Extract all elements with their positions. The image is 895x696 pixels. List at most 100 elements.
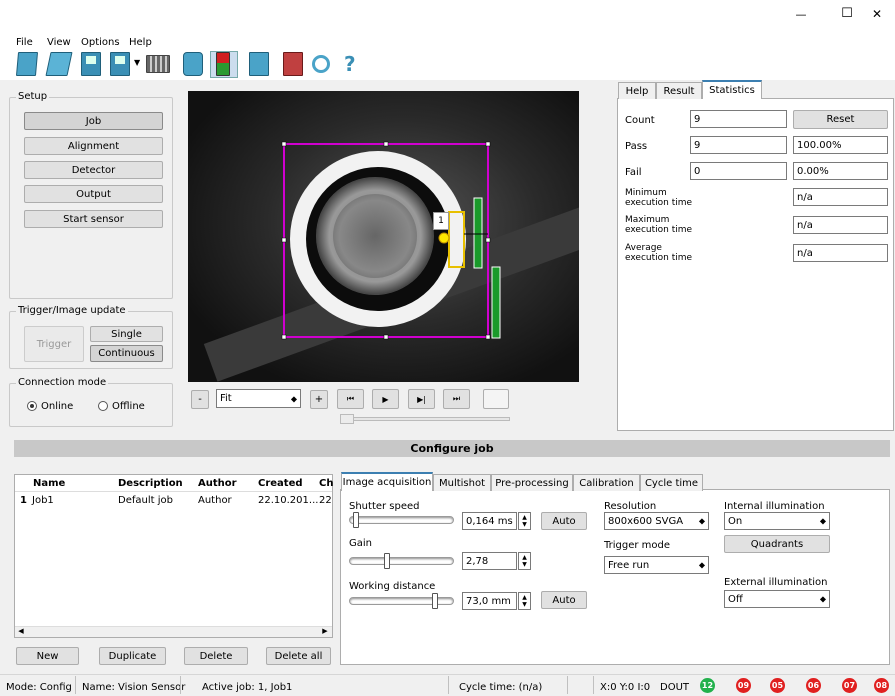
- tab-result[interactable]: Result: [656, 82, 702, 99]
- title-bar: [0, 0, 895, 32]
- row-description[interactable]: Default job: [118, 495, 173, 506]
- count-field: 9: [690, 110, 787, 128]
- zoom-in-button[interactable]: +: [310, 390, 328, 409]
- working-distance-slider-thumb[interactable]: [431, 593, 438, 609]
- menu-file[interactable]: File: [16, 37, 33, 48]
- shutter-slider[interactable]: [349, 516, 454, 524]
- zoom-value: Fit: [220, 393, 232, 404]
- status-xyi: X:0 Y:0 I:0: [600, 682, 651, 693]
- zoom-select[interactable]: Fit ◆: [216, 389, 301, 408]
- status-cycle-time: Cycle time: (n/a): [459, 682, 543, 693]
- zoom-out-button[interactable]: -: [191, 390, 209, 409]
- detector-button[interactable]: Detector: [24, 161, 163, 179]
- reset-button[interactable]: Reset: [793, 110, 888, 129]
- output-button[interactable]: Output: [24, 185, 163, 203]
- offline-radio[interactable]: [98, 401, 108, 411]
- frame-slider-track[interactable]: [340, 417, 510, 421]
- fail-label: Fail: [625, 167, 642, 178]
- menu-help[interactable]: Help: [129, 37, 152, 48]
- help-icon[interactable]: ?: [344, 52, 356, 76]
- resolution-select[interactable]: 800x600 SVGA ◆: [604, 512, 709, 530]
- col-changed[interactable]: Ch: [319, 478, 333, 489]
- external-illumination-select[interactable]: Off ◆: [724, 590, 830, 608]
- job-button[interactable]: Job: [24, 112, 163, 130]
- delete-all-button[interactable]: Delete all: [266, 647, 331, 665]
- close-button[interactable]: ✕: [862, 7, 892, 25]
- gain-slider[interactable]: [349, 557, 454, 565]
- duplicate-job-button[interactable]: Duplicate: [99, 647, 166, 665]
- next-frame-button[interactable]: ▶|: [408, 389, 435, 409]
- working-distance-auto-button[interactable]: Auto: [541, 591, 587, 609]
- tab-calibration[interactable]: Calibration: [573, 474, 640, 491]
- new-job-button[interactable]: New: [16, 647, 79, 665]
- col-created[interactable]: Created: [258, 478, 303, 489]
- shutter-stepper[interactable]: ▲ ▼: [518, 512, 531, 530]
- record-toggle-button[interactable]: [483, 389, 509, 409]
- shutter-slider-thumb[interactable]: [352, 512, 359, 528]
- film-icon[interactable]: [146, 55, 170, 73]
- trigger-mode-value: Free run: [608, 559, 650, 571]
- new-icon[interactable]: [15, 52, 39, 76]
- gain-slider-thumb[interactable]: [384, 553, 391, 569]
- tab-statistics[interactable]: Statistics: [702, 80, 762, 99]
- detector-marker-icon: [438, 232, 450, 244]
- zoom-icon[interactable]: [312, 55, 330, 73]
- tab-pre-processing[interactable]: Pre-processing: [491, 474, 573, 491]
- online-radio[interactable]: [27, 401, 37, 411]
- pass-label: Pass: [625, 141, 648, 152]
- working-distance-field[interactable]: 73,0 mm: [462, 592, 517, 610]
- delete-job-button[interactable]: Delete: [184, 647, 248, 665]
- working-distance-stepper[interactable]: ▲ ▼: [518, 592, 531, 610]
- col-description[interactable]: Description: [118, 478, 183, 489]
- save-as-dropdown-icon[interactable]: ▼: [134, 58, 140, 67]
- alignment-button[interactable]: Alignment: [24, 137, 163, 155]
- last-frame-button[interactable]: ⏭: [443, 389, 470, 409]
- resolution-label: Resolution: [604, 501, 657, 512]
- row-changed[interactable]: 22.: [319, 495, 331, 506]
- frame-slider-thumb[interactable]: [340, 414, 354, 424]
- horizontal-scrollbar[interactable]: [15, 626, 332, 637]
- tab-image-acquisition[interactable]: Image acquisition: [341, 472, 433, 491]
- config-mode-icon[interactable]: [216, 52, 230, 76]
- col-author[interactable]: Author: [198, 478, 237, 489]
- save-as-icon[interactable]: [110, 52, 130, 76]
- internal-illumination-select[interactable]: On ◆: [724, 512, 830, 530]
- save-icon[interactable]: [81, 52, 101, 76]
- menu-options[interactable]: Options: [81, 37, 120, 48]
- minimize-button[interactable]: —: [786, 8, 816, 26]
- fail-percent-field: 0.00%: [793, 162, 888, 180]
- green-bar-1: [473, 197, 483, 269]
- record-icon[interactable]: [283, 52, 303, 76]
- single-button[interactable]: Single: [90, 326, 163, 342]
- gain-label: Gain: [349, 538, 372, 549]
- tab-multishot[interactable]: Multishot: [433, 474, 491, 491]
- status-active-job: Active job: 1, Job1: [202, 682, 293, 693]
- start-sensor-button[interactable]: Start sensor: [24, 210, 163, 228]
- max-exec-field: n/a: [793, 216, 888, 234]
- gain-stepper[interactable]: ▲ ▼: [518, 552, 531, 570]
- scroll-right-icon[interactable]: ▶: [320, 627, 330, 637]
- shutter-auto-button[interactable]: Auto: [541, 512, 587, 530]
- tab-cycle-time[interactable]: Cycle time: [640, 474, 703, 491]
- play-button[interactable]: ▶: [372, 389, 399, 409]
- row-name[interactable]: Job1: [32, 495, 54, 506]
- menu-view[interactable]: View: [47, 37, 71, 48]
- image-icon[interactable]: [249, 52, 269, 76]
- quadrants-button[interactable]: Quadrants: [724, 535, 830, 553]
- scroll-left-icon[interactable]: ◀: [16, 627, 26, 637]
- roi-handle: [281, 237, 287, 243]
- camera-icon[interactable]: [183, 52, 203, 76]
- shutter-speed-field[interactable]: 0,164 ms: [462, 512, 517, 530]
- row-author[interactable]: Author: [198, 495, 232, 506]
- maximize-button[interactable]: ☐: [832, 6, 862, 24]
- continuous-button[interactable]: Continuous: [90, 345, 163, 362]
- gain-field[interactable]: 2,78: [462, 552, 517, 570]
- working-distance-slider[interactable]: [349, 597, 454, 605]
- shutter-speed-label: Shutter speed: [349, 501, 420, 512]
- offline-label: Offline: [112, 401, 145, 412]
- col-name[interactable]: Name: [33, 478, 65, 489]
- trigger-mode-select[interactable]: Free run ◆: [604, 556, 709, 574]
- row-created[interactable]: 22.10.201...: [258, 495, 318, 506]
- tab-help[interactable]: Help: [618, 82, 656, 99]
- first-frame-button[interactable]: ⏮: [337, 389, 364, 409]
